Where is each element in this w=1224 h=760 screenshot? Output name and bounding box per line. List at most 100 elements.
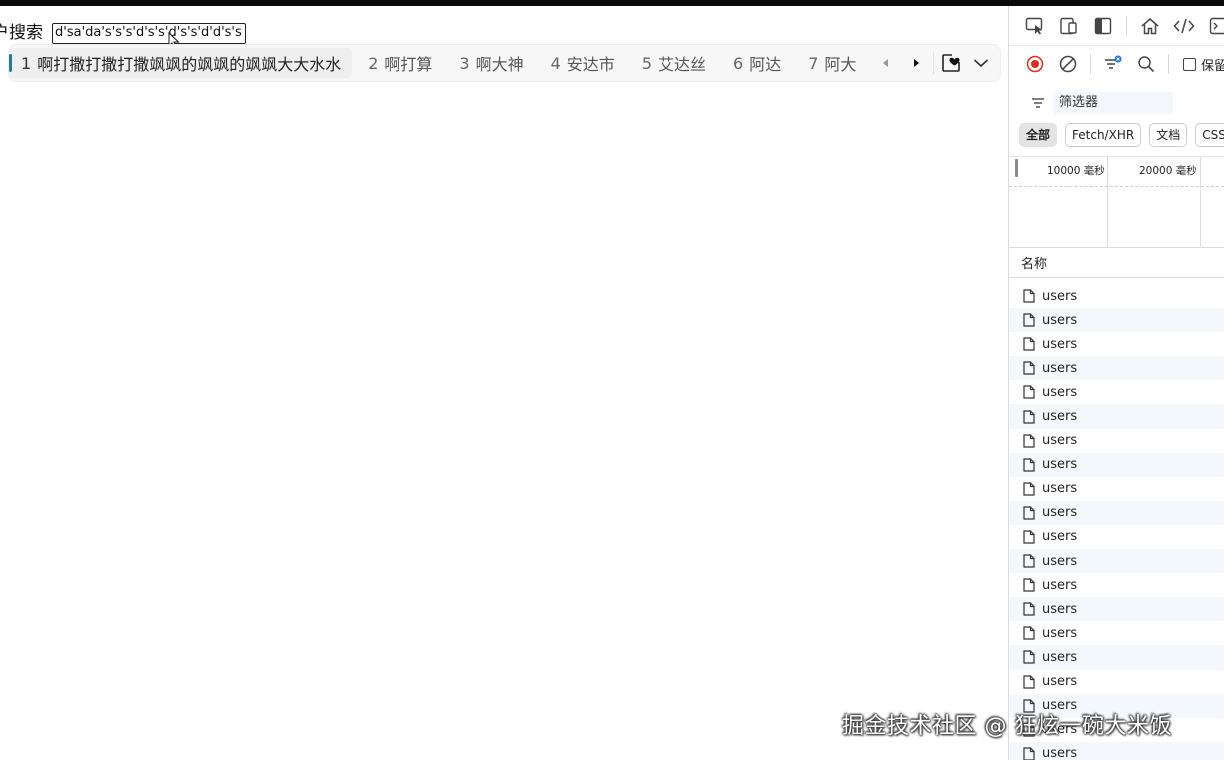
search-button[interactable]: [1132, 50, 1160, 78]
request-row[interactable]: users: [1009, 500, 1224, 525]
request-row[interactable]: users: [1009, 597, 1224, 622]
request-name: users: [1042, 601, 1078, 617]
device-emulation-button[interactable]: [1055, 12, 1083, 40]
tab-index: 4: [550, 53, 561, 73]
request-row[interactable]: users: [1009, 452, 1224, 477]
document-icon: [1023, 674, 1035, 689]
timeline-gridline: [1107, 157, 1108, 247]
tab-index: 5: [641, 53, 652, 73]
request-name: users: [1042, 577, 1078, 593]
filter-row: 筛选器: [1009, 86, 1224, 120]
document-icon: [1023, 530, 1035, 544]
search-icon: [1138, 56, 1155, 73]
request-name: users: [1042, 505, 1078, 521]
dock-side-button[interactable]: [1089, 12, 1117, 40]
type-filter-chip[interactable]: Fetch/XHR: [1065, 123, 1142, 147]
request-row[interactable]: users: [1009, 284, 1224, 308]
request-row[interactable]: users: [1009, 573, 1224, 597]
toolbar-divider: [1090, 54, 1091, 74]
request-row[interactable]: users: [1009, 621, 1224, 645]
dock-sidebar-icon: [1094, 17, 1112, 34]
request-name: users: [1042, 312, 1078, 328]
request-name: users: [1042, 433, 1078, 449]
inspect-icon: [1025, 17, 1043, 34]
request-row[interactable]: users: [1009, 670, 1224, 694]
search-input[interactable]: d'sa'da's's's'd's's'd's's'd'd's's: [52, 23, 246, 44]
request-name: users: [1042, 746, 1078, 760]
request-name: users: [1042, 457, 1078, 473]
tabs-bar: 1 啊打撒打撒打撒飒飒的飒飒的飒飒大大水水 2 啊打算 3 啊大神 4 安达市 5 艾达丝 6 阿达 7…: [8, 44, 1001, 82]
toolbar-divider: [1126, 15, 1127, 36]
chevron-down-icon: [973, 59, 989, 68]
watermark: 掘金技术社区 @ 狂炫一碗大米饭: [842, 714, 1172, 739]
timeline-handle[interactable]: [1015, 159, 1018, 177]
request-row[interactable]: users: [1009, 308, 1224, 333]
tab-item[interactable]: 5 艾达丝: [632, 48, 717, 78]
preserve-log-checkbox[interactable]: [1183, 57, 1196, 71]
type-filter-chip[interactable]: CSS: [1195, 123, 1224, 147]
clear-button[interactable]: [1054, 50, 1082, 78]
timeline-label: 20000 毫秒: [1139, 165, 1197, 177]
request-list: users users users users users users users users…: [1009, 278, 1224, 760]
more-tabs-button[interactable]: [966, 48, 996, 78]
tab-item[interactable]: 7 阿大: [798, 48, 867, 78]
preserve-log-label: 保留: [1201, 58, 1224, 74]
request-row[interactable]: users: [1009, 404, 1224, 429]
tab-item[interactable]: 3 啊大神: [449, 48, 534, 78]
tab-label: 啊打算: [384, 55, 433, 74]
request-row[interactable]: users: [1009, 380, 1224, 404]
request-row[interactable]: users: [1009, 525, 1224, 549]
scroll-left-button[interactable]: [871, 48, 901, 78]
code-icon: [1173, 18, 1195, 33]
preserve-log-option[interactable]: 保留: [1183, 55, 1224, 74]
tab-label: 阿达: [749, 55, 782, 74]
devtools-panel: 保留 筛选器 全部 Fetch/XHR 文档 CSS 10000 毫秒 20000 毫…: [1008, 6, 1224, 760]
tab-label: 阿大: [824, 55, 857, 74]
document-icon: [1023, 434, 1035, 448]
tab-item[interactable]: 2 啊打算: [358, 48, 443, 78]
network-toolbar: 保留: [1009, 46, 1224, 82]
document-icon: [1023, 554, 1035, 568]
filter-input[interactable]: 筛选器: [1053, 92, 1173, 114]
clear-icon: [1059, 55, 1077, 73]
document-icon: [1023, 337, 1035, 351]
console-icon: [1209, 17, 1224, 34]
timeline-label: 10000 毫秒: [1047, 165, 1105, 177]
welcome-tab-button[interactable]: [1136, 12, 1164, 40]
inspect-element-button[interactable]: [1021, 12, 1049, 40]
toolbar-divider: [1168, 54, 1169, 74]
filter-toggle-button[interactable]: [1099, 50, 1127, 78]
network-overview-timeline[interactable]: 10000 毫秒 20000 毫秒: [1009, 156, 1224, 248]
document-icon: [1023, 626, 1035, 640]
request-name: users: [1042, 481, 1078, 497]
caret-right-icon: [914, 59, 919, 67]
document-icon: [1023, 602, 1035, 616]
request-row[interactable]: users: [1009, 477, 1224, 501]
tab-item[interactable]: 4 安达市: [541, 48, 626, 78]
devtools-main-toolbar: [1009, 6, 1224, 46]
tab-item[interactable]: 1 啊打撒打撒打撒飒飒的飒飒的飒飒大大水水: [9, 48, 353, 78]
request-row[interactable]: users: [1009, 356, 1224, 381]
name-column-header[interactable]: 名称: [1009, 248, 1224, 278]
document-icon: [1023, 361, 1035, 375]
request-row[interactable]: users: [1009, 549, 1224, 574]
favorite-button[interactable]: [936, 48, 966, 78]
request-row[interactable]: users: [1009, 741, 1224, 760]
scroll-right-button[interactable]: [901, 48, 931, 78]
document-icon: [1023, 650, 1035, 665]
tab-item[interactable]: 6 阿达: [723, 48, 792, 78]
request-row[interactable]: users: [1009, 645, 1224, 670]
request-name: users: [1042, 674, 1078, 690]
type-filter-chip[interactable]: 文档: [1149, 123, 1188, 147]
request-name: users: [1042, 553, 1078, 569]
request-row[interactable]: users: [1009, 332, 1224, 356]
type-filter-chip[interactable]: 全部: [1019, 123, 1058, 147]
tab-label: 啊打撒打撒打撒飒飒的飒飒的飒飒大大水水: [37, 55, 342, 74]
name-column-label: 名称: [1021, 257, 1048, 272]
request-name: users: [1042, 384, 1078, 400]
request-row[interactable]: users: [1009, 429, 1224, 453]
record-button[interactable]: [1021, 50, 1049, 78]
elements-tab-button[interactable]: [1170, 12, 1198, 40]
console-tab-button[interactable]: [1204, 12, 1224, 40]
document-icon: [1023, 747, 1035, 760]
